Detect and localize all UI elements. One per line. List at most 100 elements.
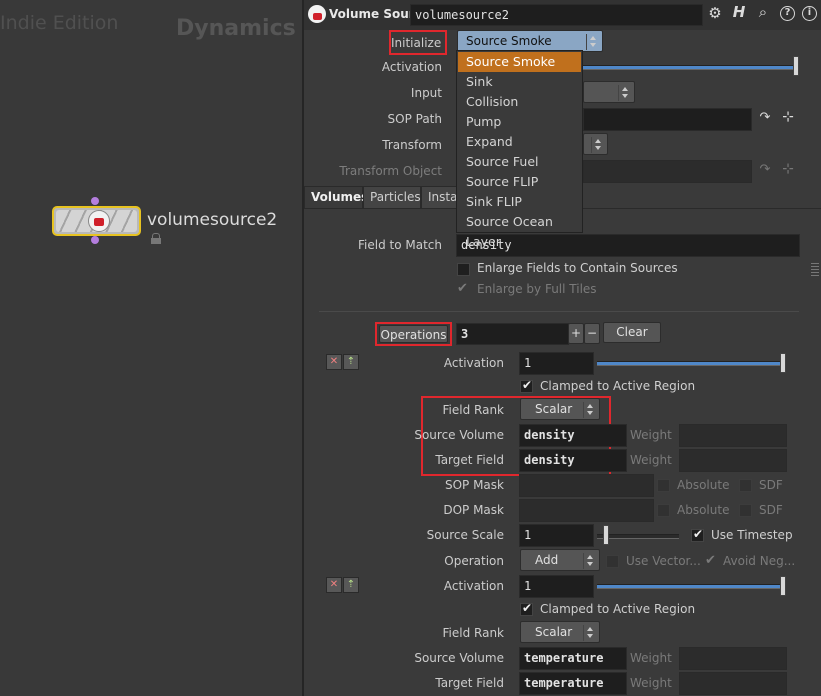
tab-volumes[interactable]: Volumes — [304, 186, 368, 209]
op1-clamped-checkbox[interactable] — [520, 378, 533, 393]
op1-dop-absolute-checkbox[interactable] — [657, 504, 670, 517]
remove-instance-icon[interactable]: ✕ — [326, 577, 342, 593]
op2-target-field-field[interactable]: temperature — [519, 672, 627, 695]
op1-activation-label: Activation — [443, 356, 504, 370]
node-name-field[interactable]: volumesource2 — [410, 4, 703, 26]
op1-source-volume-field[interactable]: density — [519, 424, 627, 447]
op1-target-weight-label: Weight — [630, 453, 672, 467]
op1-activation-slider-track[interactable] — [597, 361, 784, 366]
op1-source-scale-slider-handle[interactable] — [603, 525, 609, 545]
menu-item-source-smoke[interactable]: Source Smoke — [458, 52, 581, 72]
op1-sop-sdf-label: SDF — [759, 478, 783, 492]
input-label: Input — [410, 86, 442, 100]
initialize-value: Source Smoke — [466, 34, 552, 48]
op2-source-volume-field[interactable]: temperature — [519, 647, 627, 670]
menu-item-pump[interactable]: Pump — [458, 112, 581, 132]
enlarge-fields-checkbox[interactable] — [457, 263, 470, 276]
jump-icon[interactable]: ↷ — [757, 162, 773, 177]
op1-activation-field[interactable]: 1 — [519, 352, 594, 375]
menu-item-source-ocean-layer[interactable]: Source Ocean Layer — [458, 212, 581, 249]
transform-menu[interactable] — [583, 133, 608, 155]
op1-dop-mask-field[interactable] — [519, 499, 654, 522]
initialize-menu[interactable]: Source Smoke — [457, 30, 603, 52]
activation-label: Activation — [381, 60, 442, 74]
op1-target-weight-field[interactable] — [679, 449, 787, 472]
initialize-dropdown-menu: Source Smoke Sink Collision Pump Expand … — [456, 50, 583, 249]
initialize-label: Initialize — [391, 36, 442, 50]
menu-item-sink-flip[interactable]: Sink FLIP — [458, 192, 581, 212]
volumesource-node[interactable] — [52, 206, 141, 236]
op1-activation-slider-handle[interactable] — [780, 353, 786, 373]
op2-target-weight-field[interactable] — [679, 672, 787, 695]
node-input-connector[interactable] — [91, 197, 99, 205]
operations-label: Operations — [379, 325, 448, 343]
input-menu[interactable] — [583, 81, 635, 103]
info-icon[interactable]: i — [802, 6, 817, 21]
transform-object-field[interactable] — [583, 160, 752, 183]
insert-instance-icon[interactable]: ⇡ — [343, 577, 359, 593]
insert-instance-icon[interactable]: ⇡ — [343, 354, 359, 370]
gear-icon[interactable]: ⚙ — [705, 4, 725, 22]
help-icon[interactable]: ? — [780, 6, 795, 21]
node-chooser-icon[interactable]: ⊹ — [779, 161, 797, 177]
sop-path-field[interactable] — [583, 108, 752, 131]
activation-slider-track[interactable] — [583, 65, 795, 70]
op1-source-scale-field[interactable]: 1 — [519, 524, 594, 547]
op1-use-vector-checkbox[interactable] — [606, 555, 619, 568]
op1-use-vector-label: Use Vector... — [626, 554, 701, 568]
op2-activation-slider-handle[interactable] — [780, 576, 786, 596]
op1-source-volume-label: Source Volume — [414, 428, 504, 442]
menu-item-source-flip[interactable]: Source FLIP — [458, 172, 581, 192]
operations-count-field[interactable]: 3 — [456, 323, 569, 345]
op1-dop-sdf-checkbox[interactable] — [739, 504, 752, 517]
lock-icon[interactable] — [151, 233, 161, 244]
activation-slider-handle[interactable] — [793, 56, 799, 76]
network-pane[interactable]: Indie Edition Dynamics volumesource2 — [0, 0, 302, 696]
field-to-match-field[interactable]: density — [456, 234, 800, 257]
menu-item-expand[interactable]: Expand — [458, 132, 581, 152]
remove-instance-icon[interactable]: ✕ — [326, 354, 342, 370]
op2-activation-field[interactable]: 1 — [519, 575, 594, 598]
section-separator — [319, 311, 799, 312]
op1-field-rank-menu[interactable]: Scalar — [520, 398, 600, 420]
op2-clamped-checkbox[interactable] — [520, 601, 533, 616]
scrollbar-grip[interactable] — [811, 262, 819, 276]
op1-source-weight-field[interactable] — [679, 424, 787, 447]
op1-operation-label: Operation — [444, 554, 504, 568]
menu-item-source-fuel[interactable]: Source Fuel — [458, 152, 581, 172]
op2-source-weight-field[interactable] — [679, 647, 787, 670]
tab-particles[interactable]: Particles — [363, 186, 421, 209]
op1-avoid-neg-check-icon[interactable]: ✔ — [705, 553, 716, 568]
op1-source-scale-slider-track[interactable] — [597, 534, 679, 539]
op2-field-rank-menu[interactable]: Scalar — [520, 621, 600, 643]
op1-sop-mask-field[interactable] — [519, 474, 654, 497]
op2-field-rank-value: Scalar — [535, 625, 573, 639]
op1-dop-absolute-label: Absolute — [677, 503, 730, 517]
node-output-connector[interactable] — [91, 236, 99, 244]
menu-item-sink[interactable]: Sink — [458, 72, 581, 92]
tab-instance[interactable]: Instan — [421, 186, 461, 209]
op1-operation-menu[interactable]: Add — [520, 549, 600, 571]
op1-sop-sdf-checkbox[interactable] — [739, 479, 752, 492]
clear-button[interactable]: Clear — [603, 322, 661, 343]
edition-label: Indie Edition — [0, 12, 119, 34]
op1-sop-absolute-checkbox[interactable] — [657, 479, 670, 492]
op1-target-field-field[interactable]: density — [519, 449, 627, 472]
menu-item-collision[interactable]: Collision — [458, 92, 581, 112]
op1-use-timestep-checkbox[interactable] — [691, 527, 704, 542]
op1-sop-mask-label: SOP Mask — [444, 478, 504, 492]
op1-dop-sdf-label: SDF — [759, 503, 783, 517]
add-operation-button[interactable]: + — [568, 323, 584, 344]
op1-target-field-label: Target Field — [435, 453, 504, 467]
jump-icon[interactable]: ↷ — [757, 110, 773, 125]
context-label: Dynamics — [176, 16, 296, 41]
node-chooser-icon[interactable]: ⊹ — [779, 109, 797, 125]
enlarge-tiles-check-icon[interactable]: ✔ — [457, 281, 468, 296]
op2-source-volume-label: Source Volume — [414, 651, 504, 665]
houdini-help-icon[interactable]: H — [729, 3, 749, 21]
op1-sop-absolute-label: Absolute — [677, 478, 730, 492]
op2-activation-slider-track[interactable] — [597, 584, 784, 589]
remove-operation-button[interactable]: − — [584, 323, 600, 344]
node-name-label[interactable]: volumesource2 — [147, 210, 277, 230]
search-icon[interactable]: ⌕ — [753, 3, 773, 21]
